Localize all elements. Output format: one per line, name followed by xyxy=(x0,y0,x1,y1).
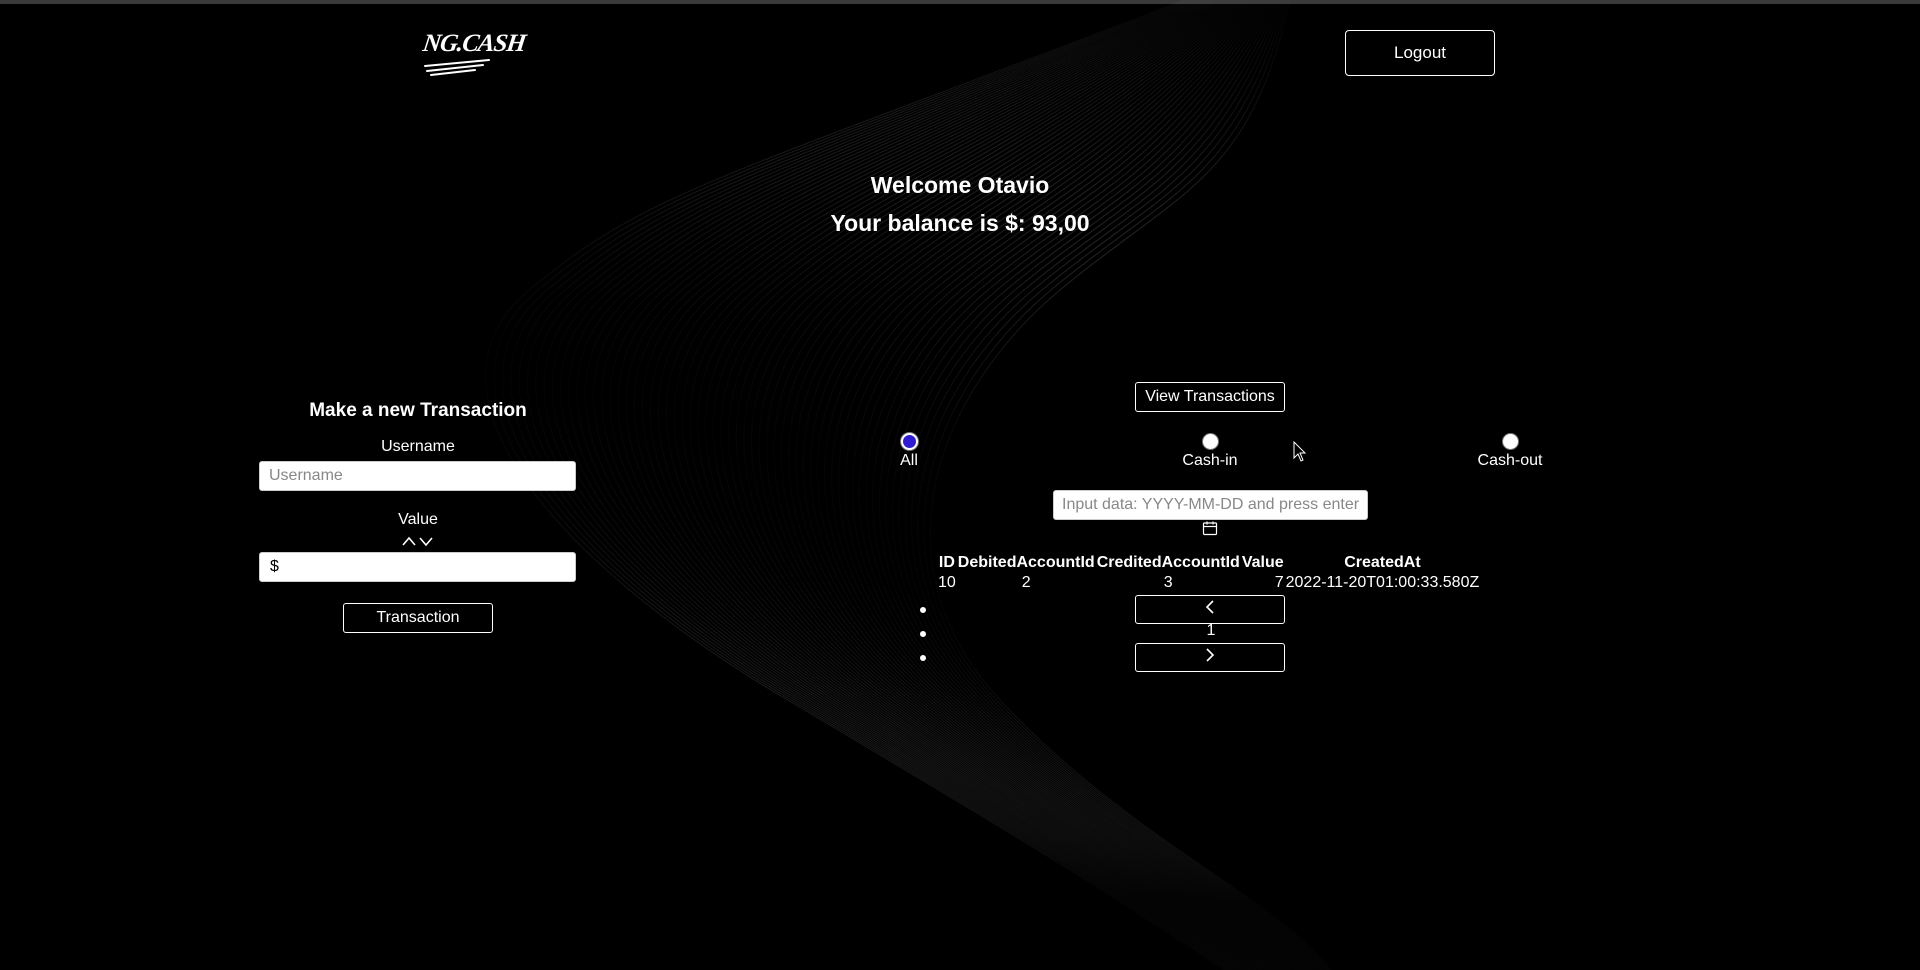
filter-all-radio[interactable]: All xyxy=(849,433,969,470)
pagination-bullet xyxy=(920,607,926,613)
view-transactions-button[interactable]: View Transactions xyxy=(1135,382,1285,412)
cell-id: 10 xyxy=(938,574,956,591)
table-row: 10 2 3 7 2022-11-20T01:00:33.580Z xyxy=(937,573,1480,593)
value-currency-prefix: $ xyxy=(270,558,279,575)
new-transaction-title: Make a new Transaction xyxy=(309,400,527,421)
mouse-cursor-icon xyxy=(1293,441,1307,462)
pagination-prev-button[interactable] xyxy=(1135,595,1285,624)
wave-line xyxy=(609,0,1252,970)
pagination-bullet xyxy=(920,631,926,637)
ngcash-logo: NG.CASH xyxy=(421,30,527,76)
transactions-table: ID DebitedAccountId CreditedAccountId Va… xyxy=(937,553,1480,593)
chevron-right-icon xyxy=(1206,648,1215,662)
col-header-debited-account: DebitedAccountId xyxy=(957,554,1095,571)
app-root: NG.CASH Logout Welcome Otavio Your balan… xyxy=(0,0,1920,970)
col-header-id: ID xyxy=(938,554,955,571)
filter-cash-out-radio[interactable]: Cash-out xyxy=(1450,433,1570,470)
radio-cash-in-indicator[interactable] xyxy=(1201,433,1219,450)
table-header-row: ID DebitedAccountId CreditedAccountId Va… xyxy=(937,553,1480,573)
wave-line xyxy=(633,0,1257,970)
calendar-icon[interactable] xyxy=(1202,520,1218,536)
cell-created-at: 2022-11-20T01:00:33.580Z xyxy=(1285,574,1480,591)
welcome-heading: Welcome Otavio xyxy=(870,172,1050,198)
pagination-current-page: 1 xyxy=(1206,622,1216,639)
date-filter-input[interactable] xyxy=(1053,490,1368,520)
logout-button[interactable]: Logout xyxy=(1345,30,1495,76)
wave-line xyxy=(885,0,1318,970)
transaction-submit-button[interactable]: Transaction xyxy=(343,603,493,633)
cell-debited-account: 2 xyxy=(1021,574,1031,591)
cell-credited-account: 3 xyxy=(1163,574,1173,591)
radio-all-indicator[interactable] xyxy=(900,433,918,450)
pagination-next-button[interactable] xyxy=(1135,643,1285,672)
filter-cash-in-label: Cash-in xyxy=(1182,452,1238,469)
wave-line xyxy=(802,0,1297,970)
value-field[interactable]: $ xyxy=(259,552,578,583)
value-input[interactable] xyxy=(284,553,578,583)
value-stepper[interactable] xyxy=(401,534,435,548)
logo-swash-icon xyxy=(424,59,490,76)
radio-cash-out-indicator[interactable] xyxy=(1501,433,1519,450)
value-label: Value xyxy=(398,511,438,528)
username-input[interactable] xyxy=(259,461,576,491)
col-header-value: Value xyxy=(1241,554,1284,571)
chevron-left-icon xyxy=(1205,600,1214,614)
filter-cash-out-label: Cash-out xyxy=(1477,452,1543,469)
filter-all-label: All xyxy=(900,452,918,469)
cell-value: 7 xyxy=(1274,574,1284,591)
chevron-up-icon[interactable] xyxy=(402,536,416,546)
balance-heading: Your balance is $: 93,00 xyxy=(830,210,1090,236)
filter-cash-in-radio[interactable]: Cash-in xyxy=(1150,433,1270,470)
chevron-down-icon[interactable] xyxy=(419,537,433,547)
wave-line xyxy=(593,0,1248,970)
pagination-bullet xyxy=(920,655,926,661)
col-header-created-at: CreatedAt xyxy=(1344,554,1421,571)
wave-line xyxy=(584,0,1246,970)
username-label: Username xyxy=(381,438,455,455)
col-header-credited-account: CreditedAccountId xyxy=(1096,554,1240,571)
wave-line xyxy=(838,0,1306,970)
